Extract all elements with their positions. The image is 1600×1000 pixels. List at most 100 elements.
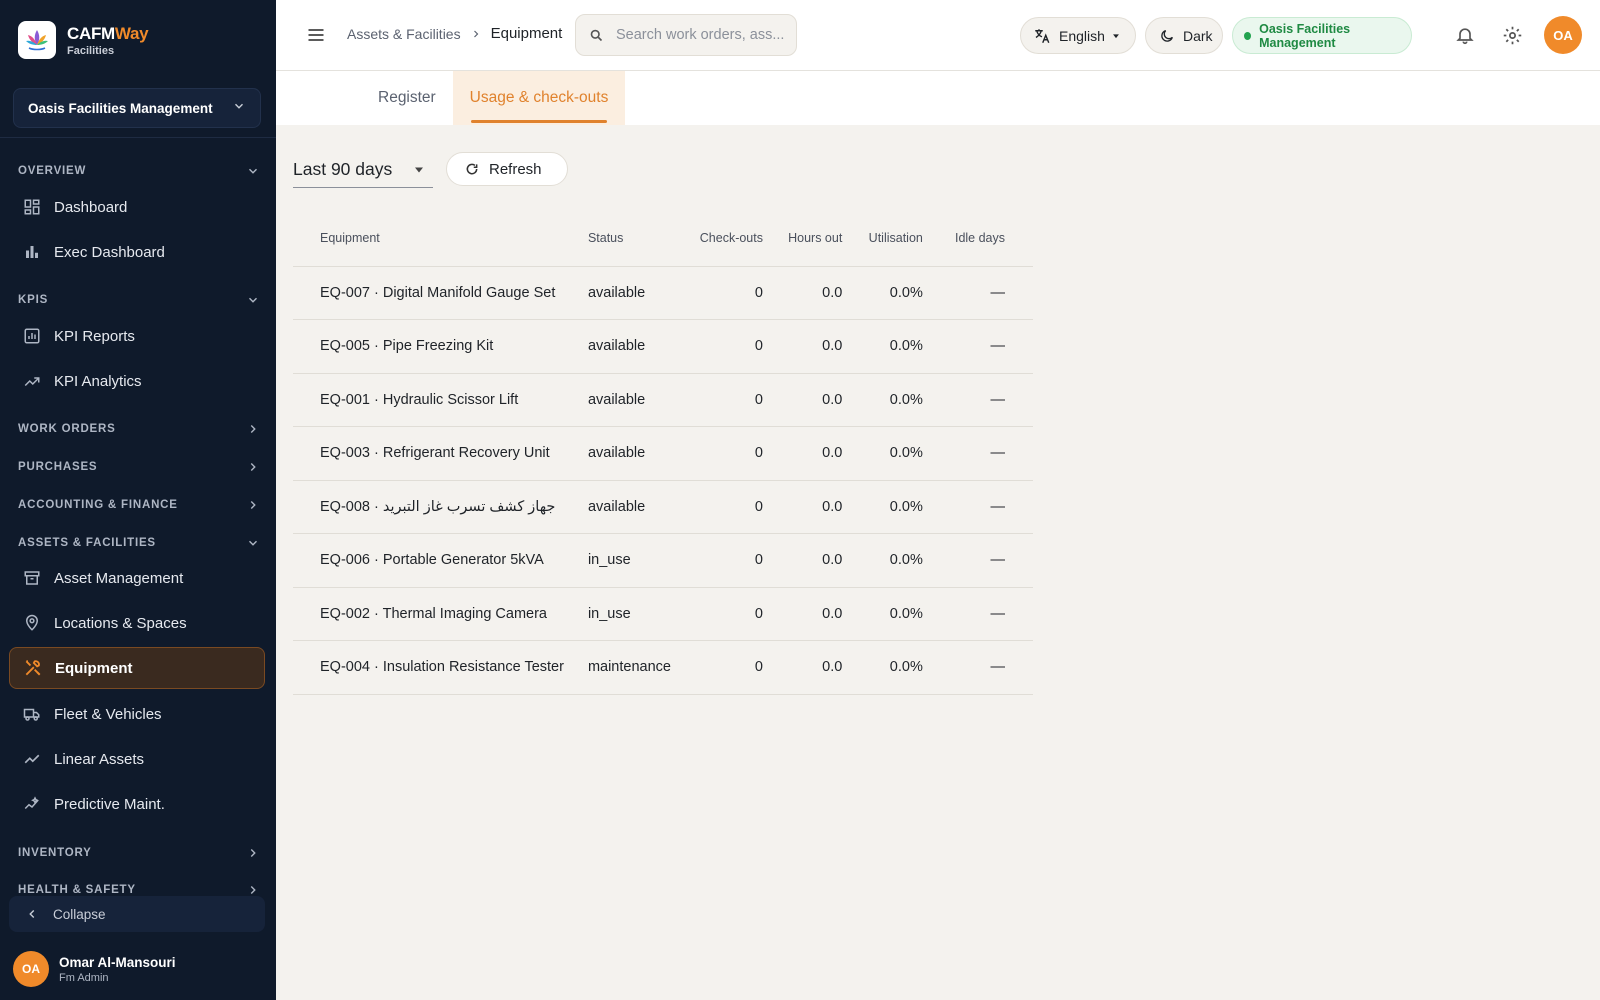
table-row[interactable]: EQ-006 · Portable Generator 5kVA in_use 0 0…: [293, 533, 1033, 588]
cell-idle-days: —: [934, 533, 1033, 588]
tab-usage-checkouts[interactable]: Usage & check-outs: [453, 71, 625, 125]
column-header-equipment[interactable]: Equipment: [293, 210, 576, 267]
cell-checkouts: 0: [686, 533, 775, 588]
cell-utilisation: 0.0%: [854, 319, 935, 374]
tools-icon: [23, 658, 43, 678]
equipment-usage-table: Equipment Status Check-outs Hours out Ut…: [293, 210, 1033, 695]
column-header-idle-days[interactable]: Idle days: [934, 210, 1033, 267]
cell-equipment: EQ-002 · Thermal Imaging Camera: [293, 587, 576, 641]
chevron-right-icon: [246, 846, 260, 860]
cell-checkouts: 0: [686, 480, 775, 534]
table-row[interactable]: EQ-002 · Thermal Imaging Camera in_use 0 0.…: [293, 587, 1033, 641]
breadcrumb-parent[interactable]: Assets & Facilities: [347, 26, 461, 42]
table-row[interactable]: EQ-001 · Hydraulic Scissor Lift available…: [293, 373, 1033, 427]
cell-equipment: EQ-004 · Insulation Resistance Tester: [293, 640, 576, 695]
cell-utilisation: 0.0%: [854, 640, 935, 695]
cell-status: maintenance: [575, 640, 687, 695]
search-input[interactable]: [616, 27, 788, 43]
refresh-button[interactable]: Refresh: [446, 152, 568, 186]
table-row[interactable]: EQ-003 · Refrigerant Recovery Unit availa…: [293, 426, 1033, 481]
collapse-sidebar-button[interactable]: Collapse: [9, 896, 265, 932]
avatar[interactable]: OA: [1544, 16, 1582, 54]
org-status-badge[interactable]: Oasis Facilities Management: [1232, 17, 1412, 54]
lotus-logo-icon: [18, 21, 56, 59]
cell-equipment: EQ-008 · جهاز كشف تسرب غاز التبريد: [293, 480, 576, 534]
tab-register[interactable]: Register: [378, 71, 436, 125]
brand-subtitle: Facilities: [67, 44, 115, 57]
cell-equipment: EQ-003 · Refrigerant Recovery Unit: [293, 426, 576, 481]
section-assets-facilities[interactable]: ASSETS & FACILITIES: [18, 533, 260, 553]
sidebar-item-linear-assets[interactable]: Linear Assets: [9, 738, 265, 780]
cell-hours-out: 0.0: [775, 426, 855, 481]
section-work-orders[interactable]: WORK ORDERS: [18, 419, 260, 439]
cell-checkouts: 0: [686, 426, 775, 481]
caret-down-icon: [1111, 31, 1121, 41]
report-icon: [22, 326, 42, 346]
table-row[interactable]: EQ-005 · Pipe Freezing Kit available 0 0.0 0…: [293, 319, 1033, 374]
cell-utilisation: 0.0%: [854, 533, 935, 588]
sidebar-item-kpi-analytics[interactable]: KPI Analytics: [9, 360, 265, 402]
archive-icon: [22, 568, 42, 588]
column-header-status[interactable]: Status: [575, 210, 687, 267]
chevron-right-icon: [470, 28, 482, 40]
chevron-right-icon: [246, 460, 260, 474]
cell-hours-out: 0.0: [775, 480, 855, 534]
theme-toggle-button[interactable]: Dark: [1145, 17, 1223, 54]
column-header-hours-out[interactable]: Hours out: [775, 210, 855, 267]
bell-icon[interactable]: [1453, 23, 1477, 47]
chevron-right-icon: [246, 883, 260, 894]
column-header-utilisation[interactable]: Utilisation: [854, 210, 935, 267]
cell-hours-out: 0.0: [775, 266, 855, 320]
period-select[interactable]: Last 90 days: [293, 152, 433, 188]
sidebar-item-dashboard[interactable]: Dashboard: [9, 186, 265, 228]
gear-icon[interactable]: [1500, 23, 1524, 47]
sidebar-item-exec-dashboard[interactable]: Exec Dashboard: [9, 231, 265, 273]
brand[interactable]: CAFMWay Facilities: [18, 21, 149, 59]
sidebar-item-fleet-vehicles[interactable]: Fleet & Vehicles: [9, 693, 265, 735]
language-label: English: [1059, 27, 1105, 44]
cell-idle-days: —: [934, 480, 1033, 534]
org-selector[interactable]: Oasis Facilities Management: [13, 88, 261, 128]
chevron-down-icon: [246, 164, 260, 178]
refresh-icon: [465, 162, 479, 176]
column-header-checkouts[interactable]: Check-outs: [686, 210, 775, 267]
sidebar-item-locations-spaces[interactable]: Locations & Spaces: [9, 602, 265, 644]
sidebar-item-kpi-reports[interactable]: KPI Reports: [9, 315, 265, 357]
table-row[interactable]: EQ-004 · Insulation Resistance Tester mai…: [293, 640, 1033, 695]
cell-status: in_use: [575, 533, 687, 588]
hamburger-menu-icon[interactable]: [304, 23, 328, 47]
caret-down-icon: [413, 164, 425, 176]
section-accounting-finance[interactable]: ACCOUNTING & FINANCE: [18, 495, 260, 515]
cell-utilisation: 0.0%: [854, 426, 935, 481]
moon-icon: [1159, 28, 1175, 44]
cell-checkouts: 0: [686, 373, 775, 427]
tab-bar: Register Usage & check-outs: [276, 71, 1600, 125]
active-tab-indicator: [471, 120, 607, 123]
section-health-safety[interactable]: HEALTH & SAFETY: [18, 880, 260, 894]
truck-icon: [22, 704, 42, 724]
language-selector[interactable]: English: [1020, 17, 1136, 54]
section-overview[interactable]: OVERVIEW: [18, 161, 260, 181]
sidebar-item-predictive-maint[interactable]: Predictive Maint.: [9, 783, 265, 825]
cell-checkouts: 0: [686, 640, 775, 695]
user-profile[interactable]: OA Omar Al-Mansouri Fm Admin: [13, 951, 176, 987]
section-purchases[interactable]: PURCHASES: [18, 457, 260, 477]
cell-status: available: [575, 319, 687, 374]
section-inventory[interactable]: INVENTORY: [18, 843, 260, 863]
breadcrumb: Assets & Facilities Equipment: [347, 25, 562, 42]
cell-hours-out: 0.0: [775, 640, 855, 695]
section-kpis[interactable]: KPIS: [18, 290, 260, 310]
cell-utilisation: 0.0%: [854, 587, 935, 641]
chevron-left-icon: [25, 907, 39, 921]
table-row[interactable]: EQ-007 · Digital Manifold Gauge Set avail…: [293, 266, 1033, 320]
cell-idle-days: —: [934, 426, 1033, 481]
search-box[interactable]: [575, 14, 797, 56]
grid-icon: [22, 197, 42, 217]
cell-idle-days: —: [934, 319, 1033, 374]
table-row[interactable]: EQ-008 · جهاز كشف تسرب غاز التبريد availa…: [293, 480, 1033, 534]
sidebar-item-asset-management[interactable]: Asset Management: [9, 557, 265, 599]
translate-icon: [1033, 27, 1051, 45]
chevron-down-icon: [232, 99, 246, 118]
cell-idle-days: —: [934, 373, 1033, 427]
sidebar-item-equipment[interactable]: Equipment: [9, 647, 265, 689]
